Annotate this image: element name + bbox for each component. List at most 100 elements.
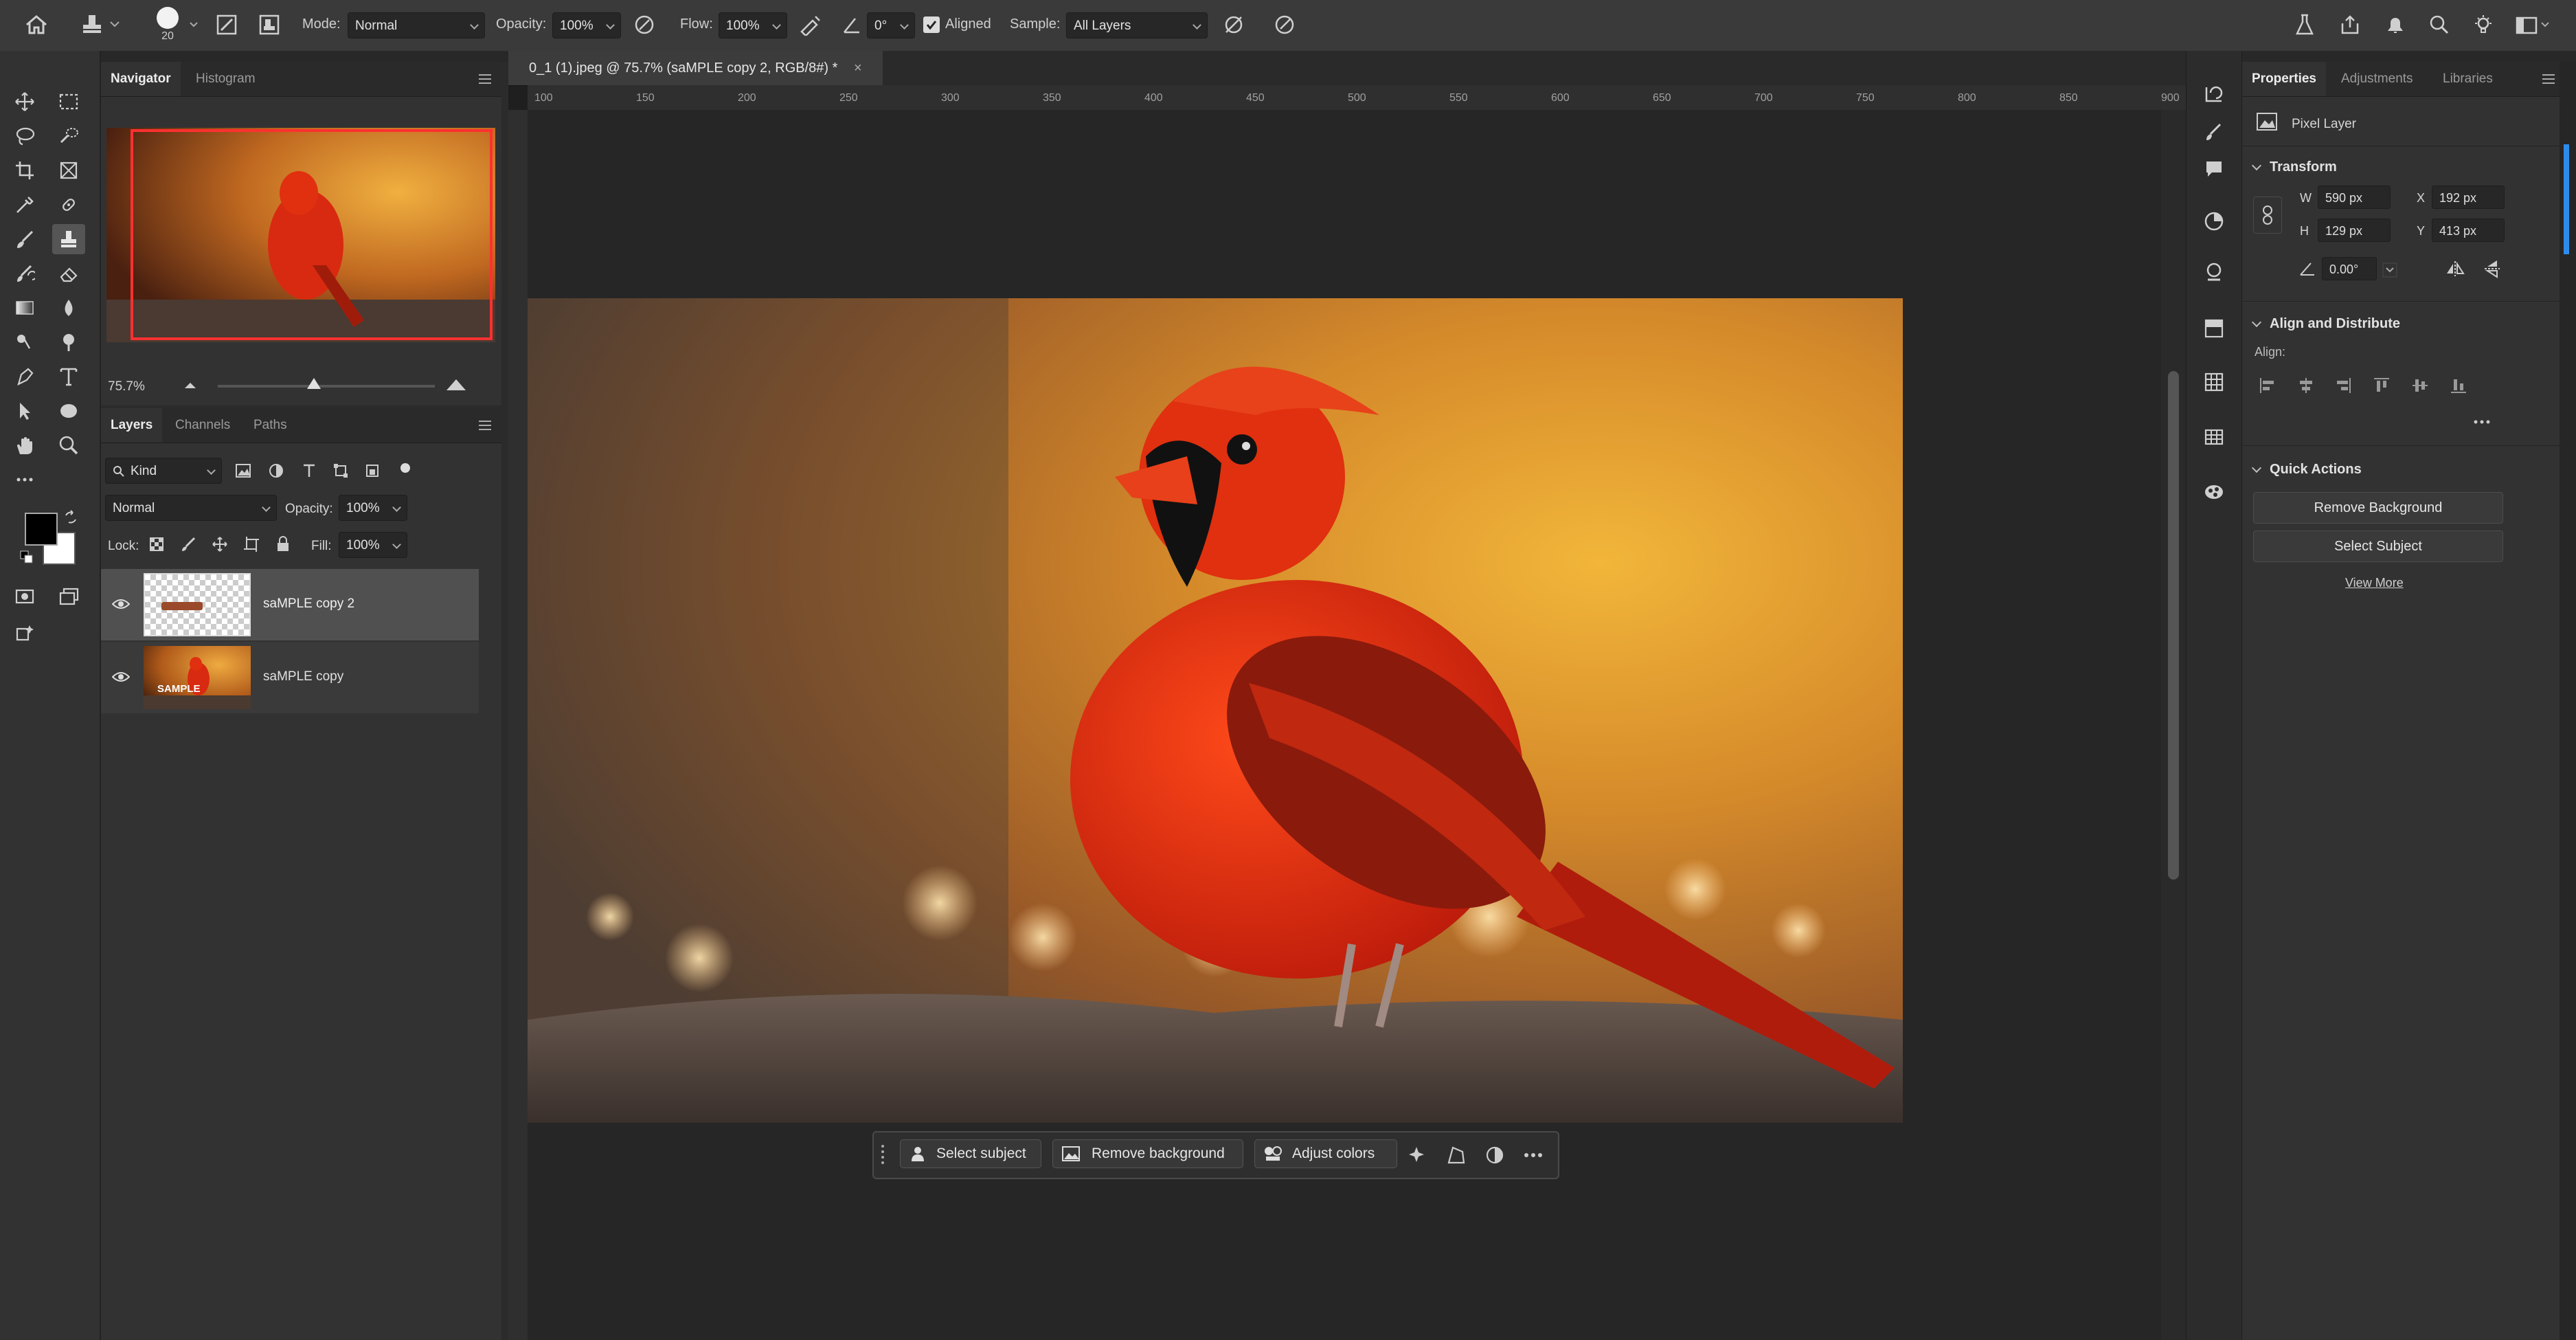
eraser-tool-icon[interactable] <box>52 258 85 289</box>
remove-background-button[interactable]: Remove background <box>1052 1139 1243 1168</box>
visibility-eye-icon[interactable] <box>111 668 131 686</box>
zoom-in-icon[interactable] <box>444 374 468 394</box>
move-tool-icon[interactable] <box>8 87 41 117</box>
panel-menu-icon[interactable] <box>2540 71 2557 87</box>
bell-icon[interactable] <box>2381 10 2410 40</box>
hand-tool-icon[interactable] <box>8 430 41 460</box>
crop-tool-icon[interactable] <box>8 155 41 186</box>
brushes-panel-icon[interactable] <box>2199 117 2229 147</box>
more-tools-icon[interactable] <box>8 465 41 495</box>
width-input[interactable]: 590 px <box>2318 186 2391 209</box>
quick-actions-header[interactable]: Quick Actions <box>2251 462 2362 478</box>
pressure-opacity-icon[interactable] <box>631 11 658 38</box>
magic-sparkle-icon[interactable] <box>1404 1142 1429 1168</box>
height-input[interactable]: 129 px <box>2318 219 2391 242</box>
chevron-down-icon[interactable] <box>188 18 199 32</box>
panel-menu-icon[interactable] <box>477 418 493 433</box>
lock-pixels-icon[interactable] <box>178 533 199 555</box>
vertical-ruler[interactable] <box>508 110 528 1340</box>
tables-panel-icon[interactable] <box>2199 422 2229 452</box>
frame-tool-icon[interactable] <box>52 155 85 186</box>
sponge-tool-icon[interactable] <box>52 327 85 357</box>
tab-properties[interactable]: Properties <box>2242 62 2326 96</box>
swap-colors-icon[interactable] <box>62 509 80 526</box>
navigator-zoom-value[interactable]: 75.7% <box>108 379 145 394</box>
flip-vertical-icon[interactable] <box>2480 257 2505 280</box>
brush-size-picker[interactable]: 20 <box>147 3 188 47</box>
drag-handle-icon[interactable] <box>878 1142 888 1168</box>
filter-adjustment-icon[interactable] <box>266 460 286 481</box>
align-right-icon[interactable] <box>2331 374 2355 397</box>
scrollbar-thumb[interactable] <box>2168 371 2179 880</box>
x-input[interactable]: 192 px <box>2432 186 2505 209</box>
flip-horizontal-icon[interactable] <box>2443 257 2467 280</box>
crop-perspective-icon[interactable] <box>1444 1142 1469 1168</box>
zoom-slider-track[interactable] <box>218 385 435 388</box>
mode-select[interactable]: Normal <box>348 12 485 38</box>
tab-libraries[interactable]: Libraries <box>2433 62 2502 96</box>
vertical-scrollbar[interactable] <box>2161 110 2186 1340</box>
layer-opacity-input[interactable]: 100% <box>339 495 407 521</box>
align-bottom-icon[interactable] <box>2447 374 2470 397</box>
remove-background-button[interactable]: Remove Background <box>2253 492 2503 524</box>
sample-select[interactable]: All Layers <box>1066 12 1208 38</box>
more-options-icon[interactable] <box>1519 1142 1547 1168</box>
cardinal-photo[interactable] <box>528 298 1903 1123</box>
layer-row[interactable]: saMPLE copy 2 <box>101 569 479 640</box>
visibility-eye-icon[interactable] <box>111 595 131 613</box>
airbrush-icon[interactable] <box>797 11 824 38</box>
eyedropper-tool-icon[interactable] <box>8 190 41 220</box>
aligned-checkbox[interactable] <box>923 16 940 33</box>
zoom-slider-handle[interactable] <box>307 378 321 389</box>
select-subject-button[interactable]: Select Subject <box>2253 531 2503 562</box>
layer-row[interactable]: SAMPLE saMPLE copy <box>101 642 479 713</box>
zoom-out-icon[interactable] <box>182 377 199 393</box>
generative-fill-icon[interactable] <box>8 618 41 649</box>
close-icon[interactable]: × <box>854 60 862 76</box>
gradients-panel-icon[interactable] <box>2199 313 2229 344</box>
filter-smart-object-icon[interactable] <box>362 460 383 481</box>
marquee-tool-icon[interactable] <box>52 87 85 117</box>
more-options-icon[interactable] <box>2470 414 2494 430</box>
gradient-tool-icon[interactable] <box>8 293 41 323</box>
zoom-tool-icon[interactable] <box>52 430 85 460</box>
tab-histogram[interactable]: Histogram <box>186 62 265 96</box>
color-panel-icon[interactable] <box>2199 206 2229 236</box>
lock-transparent-icon[interactable] <box>146 533 167 555</box>
default-colors-icon[interactable] <box>18 548 36 566</box>
lock-position-icon[interactable] <box>210 533 230 555</box>
layer-styles-panel-icon[interactable] <box>2199 477 2229 507</box>
ignore-adjustment-layers-icon[interactable] <box>1220 11 1247 38</box>
filter-pixel-icon[interactable] <box>233 460 253 481</box>
pressure-size-icon[interactable] <box>1271 11 1298 38</box>
discover-icon[interactable] <box>2469 10 2498 40</box>
filter-toggle-icon[interactable] <box>395 458 416 478</box>
swatches-panel-icon[interactable] <box>2199 257 2229 287</box>
blend-mode-select[interactable]: Normal <box>105 495 277 521</box>
brush-settings-icon[interactable] <box>213 11 240 38</box>
comments-panel-icon[interactable] <box>2199 154 2229 184</box>
select-subject-button[interactable]: Select subject <box>900 1139 1041 1168</box>
pen-tool-icon[interactable] <box>8 361 41 392</box>
clone-stamp-tool-icon[interactable] <box>52 224 85 254</box>
y-input[interactable]: 413 px <box>2432 219 2505 242</box>
clone-source-panel-icon[interactable] <box>256 11 283 38</box>
tab-layers[interactable]: Layers <box>101 408 163 443</box>
transform-section-header[interactable]: Transform <box>2251 159 2337 175</box>
flow-input[interactable]: 100% <box>719 12 787 38</box>
share-icon[interactable] <box>2336 10 2364 40</box>
layer-name[interactable]: saMPLE copy 2 <box>263 596 354 612</box>
align-vertical-center-icon[interactable] <box>2408 374 2432 397</box>
history-brush-tool-icon[interactable] <box>8 258 41 289</box>
type-tool-icon[interactable] <box>52 361 85 392</box>
clone-stamp-preset-icon[interactable] <box>77 10 125 40</box>
screen-mode-icon[interactable] <box>52 581 85 612</box>
tab-channels[interactable]: Channels <box>166 408 240 443</box>
search-icon[interactable] <box>2425 10 2454 40</box>
document-tab[interactable]: 0_1 (1).jpeg @ 75.7% (saMPLE copy 2, RGB… <box>508 51 883 85</box>
workspace-switcher-icon[interactable] <box>2513 10 2554 40</box>
view-more-link[interactable]: View More <box>2345 576 2404 590</box>
chevron-down-icon[interactable] <box>2380 260 2400 280</box>
adjust-colors-button[interactable]: Adjust colors <box>1254 1139 1397 1168</box>
history-panel-icon[interactable] <box>2199 78 2229 109</box>
